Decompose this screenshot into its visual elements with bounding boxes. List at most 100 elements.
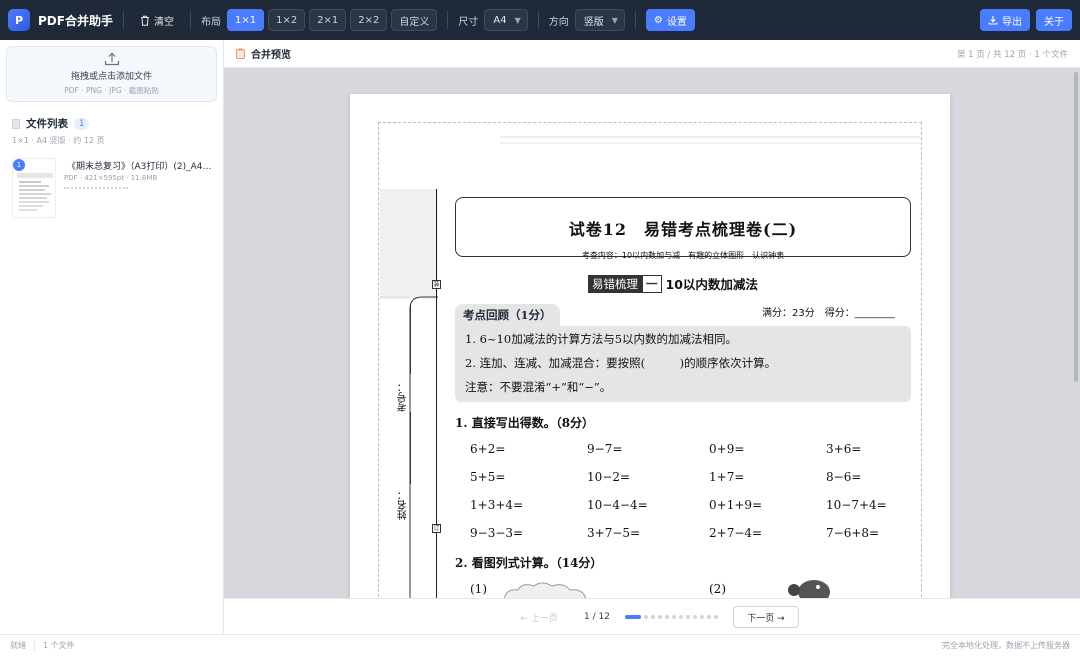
problem: 0+9=: [709, 442, 745, 456]
scan-artifact: [500, 136, 920, 138]
problem: 10−4−4=: [587, 498, 648, 512]
layout-2x1-button[interactable]: 2×1: [309, 9, 347, 31]
download-icon: [988, 16, 998, 25]
divider: [122, 11, 124, 29]
gear-icon: ⚙: [653, 14, 663, 26]
page-info: 第 1 页 / 共 12 页 · 1 个文件: [956, 49, 1068, 60]
sidebar: 拖拽或点击添加文件 PDF · PNG · JPG · 截图粘贴 文件列表 1 …: [0, 40, 224, 634]
scrollbar[interactable]: [1074, 72, 1078, 382]
divider: [537, 11, 539, 29]
size-label: 尺寸: [458, 16, 479, 28]
dropzone-title: 拖拽或点击添加文件: [70, 72, 152, 82]
exam-number-blank: [410, 304, 411, 374]
preview-title: 合并预览: [251, 50, 291, 61]
page-dot[interactable]: [707, 615, 711, 619]
layout-label: 布局: [200, 16, 221, 28]
problem: 1+7=: [709, 470, 745, 484]
divider: [447, 11, 449, 29]
question-2-part: (2): [709, 582, 726, 596]
page-dot[interactable]: [665, 615, 669, 619]
divider: [189, 11, 191, 29]
preview-header: 合并预览 第 1 页 / 共 12 页 · 1 个文件: [224, 40, 1080, 68]
pagination: ← 上一页 1 / 12 下一页 →: [224, 598, 1080, 634]
review-tab: 考点回顾（1分）: [455, 304, 560, 326]
dropzone-formats: PDF · PNG · JPG · 截图粘贴: [64, 86, 159, 95]
page-dot[interactable]: [693, 615, 697, 619]
exam-title: 试卷12 易错考点梳理卷(二): [568, 220, 798, 239]
export-button[interactable]: 导出: [980, 9, 1030, 31]
status-files: 1 个文件: [43, 641, 75, 650]
list-item[interactable]: 1 《期末总复习》（A3打印）(2)_A4版.pdf PDF · 421×595…: [12, 158, 218, 220]
section-chip: 易错梳理: [588, 274, 642, 293]
layout-1x1-button[interactable]: 1×1: [226, 9, 265, 31]
section-number: 一: [642, 274, 662, 293]
page-dot[interactable]: [651, 615, 655, 619]
cloud-illustration: [503, 582, 587, 598]
exam-scope: 考查内容：10以内数加与减 有趣的立体图形 认识钟表: [581, 251, 785, 260]
exam-number-label: 考号：: [398, 382, 409, 412]
app-logo: P: [8, 9, 30, 31]
file-name: 《期末总复习》（A3打印）(2)_A4版.pdf: [67, 162, 217, 172]
page-dot[interactable]: [686, 615, 690, 619]
divider: [34, 640, 35, 651]
direction-select[interactable]: 竖版 ▼: [574, 9, 625, 31]
problem: 10−2=: [587, 470, 631, 484]
scan-artifact: [500, 142, 920, 144]
prev-page-button[interactable]: ← 上一页: [508, 606, 570, 628]
file-dropzone[interactable]: 拖拽或点击添加文件 PDF · PNG · JPG · 截图粘贴: [6, 46, 217, 102]
preview-canvas[interactable]: 装 订 考号： 姓名： 试卷12 易错考点梳理卷(二) 考查内容：10以内数加与…: [224, 68, 1080, 598]
layout-2x2-button[interactable]: 2×2: [350, 9, 388, 31]
divider: [634, 11, 636, 29]
size-value: A4: [493, 14, 507, 26]
status-state: 就绪: [10, 641, 26, 650]
top-toolbar: P PDF合并助手 清空 布局 1×1 1×2 2×1 2×2 自定义 尺寸 A…: [0, 0, 1080, 40]
clipboard-icon: [236, 48, 245, 59]
binding-line: [436, 189, 437, 598]
filelist-summary: 1×1 · A4 竖版 · 约 12 页: [12, 136, 105, 145]
page-dots: [625, 615, 718, 619]
filelist-title: 文件列表: [26, 118, 68, 130]
problem: 8−6=: [826, 470, 862, 484]
problem: 5+5=: [470, 470, 506, 484]
question-2-heading: 2. 看图列式计算。（14分）: [455, 556, 603, 570]
settings-button[interactable]: ⚙ 设置: [645, 9, 695, 31]
next-page-button[interactable]: 下一页 →: [733, 606, 799, 628]
page-dot[interactable]: [700, 615, 704, 619]
privacy-note: 完全本地化处理，数据不上传服务器: [942, 641, 1070, 650]
page-dot[interactable]: [625, 615, 641, 619]
clear-label: 清空: [153, 16, 174, 28]
upload-icon: [104, 52, 119, 66]
problem: 9−7=: [587, 442, 623, 456]
file-thumbnail: 1: [12, 158, 56, 218]
chevron-down-icon: ▼: [514, 15, 521, 25]
app-title: PDF合并助手: [38, 13, 113, 28]
about-button[interactable]: 关于: [1036, 9, 1072, 31]
export-label: 导出: [1002, 16, 1022, 28]
clear-button[interactable]: 清空: [134, 9, 180, 32]
name-label: 姓名：: [398, 490, 409, 520]
binding-mark: 装: [432, 280, 441, 289]
layout-custom-button[interactable]: 自定义: [391, 9, 438, 31]
page-dot[interactable]: [714, 615, 718, 619]
size-select[interactable]: A4 ▼: [484, 9, 528, 31]
page-dot[interactable]: [644, 615, 648, 619]
filelist-count-badge: 1: [74, 117, 90, 130]
file-meta: PDF · 421×595pt · 11.8MB: [64, 174, 158, 182]
problem: 3+6=: [826, 442, 862, 456]
animal-illustration: [788, 580, 830, 598]
problem: 3+7−5=: [587, 526, 641, 540]
problem: 1+3+4=: [470, 498, 524, 512]
name-blank: [410, 412, 411, 484]
page-counter: 1 / 12: [584, 612, 610, 622]
problem: 7−6+8=: [826, 526, 880, 540]
review-line: 注意：不要混淆“+”和“−”。: [465, 380, 612, 394]
problem: 9−3−3=: [470, 526, 524, 540]
score-line: 满分：23分 得分：________: [762, 308, 895, 319]
review-line: 2. 连加、连减、加减混合：要按照( )的顺序依次计算。: [465, 356, 777, 370]
layout-1x2-button[interactable]: 1×2: [268, 9, 306, 31]
page-dot[interactable]: [679, 615, 683, 619]
direction-label: 方向: [548, 16, 569, 28]
page-dot[interactable]: [658, 615, 662, 619]
settings-label: 设置: [666, 16, 687, 28]
page-dot[interactable]: [672, 615, 676, 619]
